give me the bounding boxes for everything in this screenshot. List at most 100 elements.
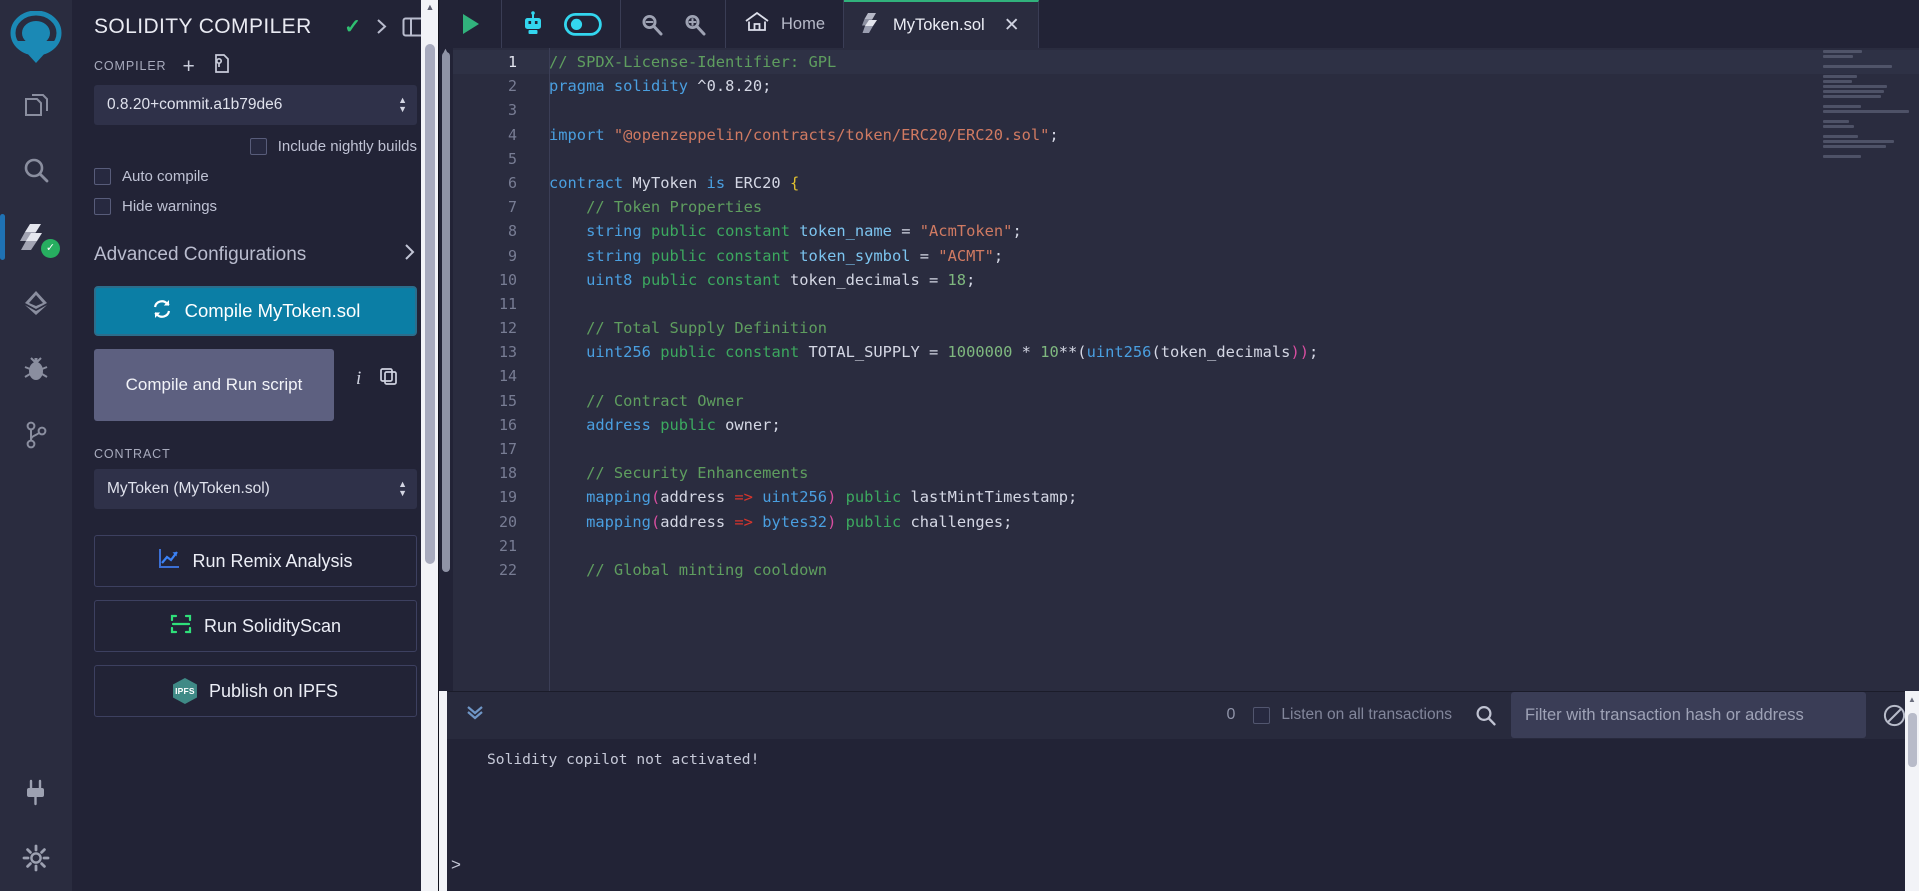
plug-icon <box>27 779 44 806</box>
code-line[interactable]: 8 string public constant token_name = "A… <box>453 219 1919 243</box>
code-line[interactable]: 10 uint8 public constant token_decimals … <box>453 268 1919 292</box>
code-line[interactable]: 14 <box>453 364 1919 388</box>
code-line[interactable]: 12 // Total Supply Definition <box>453 316 1919 340</box>
tab-mytoken-sol[interactable]: MyToken.sol ✕ <box>844 0 1039 48</box>
panel-scrollbar[interactable]: ▲ <box>421 0 439 891</box>
code-line[interactable]: 19 mapping(address => uint256) public la… <box>453 485 1919 509</box>
sidebar-bottom-group <box>0 759 72 891</box>
zoom-out-icon[interactable] <box>639 12 664 37</box>
code-line[interactable]: 5 <box>453 147 1919 171</box>
tab-home-label: Home <box>781 14 826 33</box>
compile-status-check-icon: ✓ <box>344 16 361 38</box>
compiler-config-file-icon[interactable] <box>211 53 232 79</box>
code-line[interactable]: 20 mapping(address => bytes32) public ch… <box>453 510 1919 534</box>
hide-warnings-checkbox[interactable] <box>94 198 111 215</box>
code-line[interactable]: 13 uint256 public constant TOTAL_SUPPLY … <box>453 340 1919 364</box>
panel-scrollbar-thumb[interactable] <box>425 44 435 564</box>
code-surface[interactable]: 1 // SPDX-License-Identifier: GPL 2 pragma … <box>453 48 1919 691</box>
sidebar-item-deploy-run[interactable] <box>0 270 72 336</box>
sidebar-item-search[interactable] <box>0 138 72 204</box>
line-number: 3 <box>507 101 517 120</box>
code-line[interactable]: 2 pragma solidity ^0.8.20; <box>453 74 1919 98</box>
zoom-group <box>621 0 726 48</box>
nightly-builds-checkbox[interactable] <box>249 138 267 155</box>
code-line[interactable]: 4 import "@openzeppelin/contracts/token/E… <box>453 123 1919 147</box>
close-icon[interactable]: ✕ <box>1004 14 1020 37</box>
compile-button-label: Compile MyToken.sol <box>184 300 361 321</box>
line-number: 16 <box>498 415 517 434</box>
sidebar-item-solidity-compiler[interactable]: ✓ <box>0 204 72 270</box>
search-icon[interactable] <box>1474 704 1497 727</box>
sidebar-item-settings[interactable] <box>0 825 72 891</box>
code-line[interactable]: 6 contract MyToken is ERC20 { <box>453 171 1919 195</box>
code-text: uint8 public constant token_decimals = 1… <box>586 270 976 289</box>
sidebar-item-file-explorer[interactable] <box>0 72 72 138</box>
code-line[interactable]: 1 // SPDX-License-Identifier: GPL <box>453 50 1919 75</box>
sidebar-item-git[interactable] <box>0 402 72 468</box>
terminal-output[interactable]: Solidity copilot not activated! > <box>439 739 1919 891</box>
editor-scrollbar-thumb[interactable] <box>442 52 450 572</box>
zoom-in-icon[interactable] <box>682 12 707 37</box>
run-remix-analysis-button[interactable]: Run Remix Analysis <box>94 535 417 587</box>
compiler-version-select[interactable]: 0.8.20+commit.a1b79de6 ▲ ▼ <box>94 85 417 125</box>
code-line[interactable]: 11 <box>453 292 1919 316</box>
sidebar-item-debugger[interactable] <box>0 336 72 402</box>
info-icon[interactable]: i <box>356 368 361 390</box>
code-line[interactable]: 21 <box>453 534 1919 558</box>
editor-toolbar: Home MyToken.sol ✕ <box>439 0 1919 48</box>
code-text: address public owner; <box>586 415 781 434</box>
listen-all-transactions-row: Listen on all transactions <box>1253 706 1452 724</box>
auto-compile-checkbox[interactable] <box>94 168 111 185</box>
copilot-toggle-icon[interactable] <box>564 12 602 36</box>
run-solidityscan-button[interactable]: Run SolidityScan <box>94 600 417 652</box>
advanced-configurations-toggle[interactable]: Advanced Configurations <box>94 243 417 266</box>
compile-and-run-script-button[interactable]: Compile and Run script <box>94 349 334 421</box>
line-number: 21 <box>498 536 517 555</box>
code-text: mapping(address => uint256) public lastM… <box>586 488 1078 507</box>
add-compiler-icon[interactable]: + <box>183 56 195 77</box>
line-number: 11 <box>498 294 517 313</box>
clear-terminal-icon[interactable] <box>1882 703 1907 728</box>
compiler-version-value: 0.8.20+commit.a1b79de6 <box>107 96 283 113</box>
scroll-up-arrow-icon[interactable]: ▲ <box>421 2 439 12</box>
code-line[interactable]: 22 // Global minting cooldown <box>453 558 1919 582</box>
code-line[interactable]: 16 address public owner; <box>453 413 1919 437</box>
line-number: 19 <box>498 488 517 507</box>
solidity-icon <box>862 12 882 39</box>
page-title: SOLIDITY COMPILER <box>94 14 312 38</box>
remix-logo-icon[interactable] <box>8 8 64 72</box>
line-number: 9 <box>507 246 517 265</box>
scroll-up-arrow-icon[interactable]: ▲ <box>1908 695 1916 704</box>
compile-button[interactable]: Compile MyToken.sol <box>94 286 417 336</box>
play-icon[interactable] <box>457 11 483 37</box>
editor-scrollbar-left[interactable]: ▲ <box>439 48 453 691</box>
listen-all-transactions-checkbox[interactable] <box>1253 706 1271 724</box>
copy-icon[interactable] <box>379 367 398 391</box>
robot-icon[interactable] <box>520 11 546 37</box>
code-line[interactable]: 7 // Token Properties <box>453 195 1919 219</box>
transaction-filter-input[interactable] <box>1511 692 1866 738</box>
line-number: 15 <box>498 391 517 410</box>
code-line[interactable]: 17 <box>453 437 1919 461</box>
contract-select[interactable]: MyToken (MyToken.sol) ▲ ▼ <box>94 469 417 509</box>
terminal-scrollbar[interactable]: ▲ <box>1905 691 1919 891</box>
tab-home[interactable]: Home <box>726 0 845 48</box>
gear-icon <box>22 844 50 872</box>
transaction-count: 0 <box>1226 706 1236 723</box>
terminal-scrollbar-thumb[interactable] <box>1908 713 1917 767</box>
code-line[interactable]: 18 // Security Enhancements <box>453 461 1919 485</box>
sidebar-item-plugin-manager[interactable] <box>0 759 72 825</box>
search-icon <box>24 158 49 183</box>
code-line[interactable]: 3 <box>453 98 1919 122</box>
code-line[interactable]: 15 // Contract Owner <box>453 389 1919 413</box>
chevron-right-icon[interactable] <box>373 18 390 35</box>
publish-on-ipfs-button[interactable]: IPFS Publish on IPFS <box>94 665 417 717</box>
run-solidityscan-label: Run SolidityScan <box>203 615 342 636</box>
terminal-collapse-icon[interactable] <box>451 704 499 726</box>
terminal-prompt[interactable]: > <box>451 855 461 875</box>
code-text: mapping(address => bytes32) public chall… <box>586 512 1013 531</box>
code-text: // SPDX-License-Identifier: GPL <box>549 53 837 71</box>
home-icon <box>744 11 770 38</box>
code-editor: ▲ 1 // SPDX-License-Identifier: GPL 2 pragm… <box>439 48 1919 691</box>
code-line[interactable]: 9 string public constant token_symbol = … <box>453 244 1919 268</box>
